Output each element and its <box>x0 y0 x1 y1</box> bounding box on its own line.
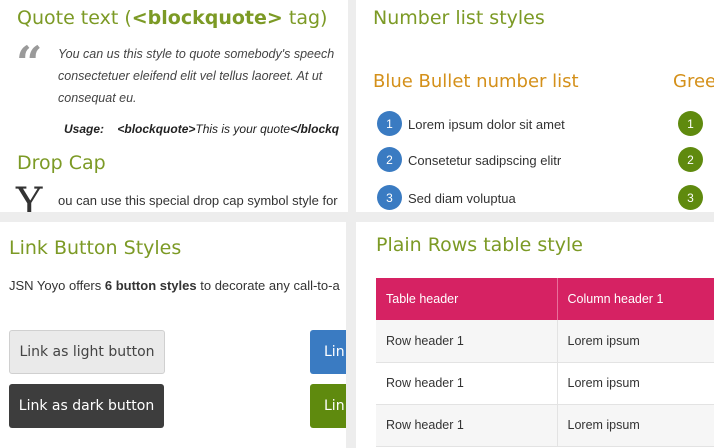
green-bullet-3: 3 <box>678 185 703 210</box>
table-header-cell: Column header 1 <box>557 278 714 320</box>
usage-open-tag: <blockquote> <box>117 122 196 136</box>
table-cell: Row header 1 <box>376 362 558 405</box>
dark-button[interactable]: Link as dark button <box>9 384 164 428</box>
link-buttons-heading: Link Button Styles <box>9 237 182 259</box>
table-cell: Lorem ipsum <box>557 404 714 447</box>
green-bullet-1: 1 <box>678 111 703 136</box>
blue-bullet-3: 3 <box>377 185 402 210</box>
blue-bullet-1: 1 <box>377 111 402 136</box>
table-panel: Plain Rows table style Table header Colu… <box>356 222 714 448</box>
intro-prefix: JSN Yoyo offers <box>9 278 105 293</box>
table-cell: Row header 1 <box>376 320 558 363</box>
quote-heading-tag: <blockquote> <box>131 7 283 29</box>
dropcap-heading: Drop Cap <box>17 152 106 174</box>
table-row: Row header 1 Lorem ipsum <box>376 362 714 405</box>
table-heading: Plain Rows table style <box>376 234 583 256</box>
link-buttons-panel: Link Button Styles JSN Yoyo offers 6 but… <box>0 222 346 448</box>
quote-mark-icon: “ <box>16 36 43 90</box>
table-cell: Lorem ipsum <box>557 362 714 405</box>
blue-bullet-2: 2 <box>377 147 402 172</box>
usage-text: This is your quote <box>195 122 291 136</box>
table-header-cell: Table header <box>376 278 558 320</box>
usage-example: Usage: <blockquote>This is your quote</b… <box>64 122 339 136</box>
table-header-row: Table header Column header 1 <box>376 278 714 320</box>
list-item-1: Lorem ipsum dolor sit amet <box>408 117 565 132</box>
list-item-3: Sed diam voluptua <box>408 191 516 206</box>
table-row: Row header 1 Lorem ipsum <box>376 404 714 447</box>
quote-heading-prefix: Quote text ( <box>17 7 132 29</box>
blue-list-heading: Blue Bullet number list <box>373 71 579 92</box>
blue-button[interactable]: Lin <box>310 330 346 374</box>
quote-panel: Quote text (<blockquote> tag) “ You can … <box>0 0 348 212</box>
table-cell: Row header 1 <box>376 404 558 447</box>
link-buttons-intro: JSN Yoyo offers 6 button styles to decor… <box>9 278 340 293</box>
quote-heading: Quote text (<blockquote> tag) <box>17 7 327 29</box>
light-button[interactable]: Link as light button <box>9 330 165 374</box>
quote-line-1: You can us this style to quote somebody'… <box>58 47 335 61</box>
intro-suffix: to decorate any call-to-a <box>196 278 340 293</box>
number-list-heading: Number list styles <box>373 7 545 29</box>
list-item-2: Consetetur sadipscing elitr <box>408 153 562 168</box>
dropcap-letter: Y <box>16 180 43 212</box>
usage-close-tag: </blockq <box>290 122 340 136</box>
table-row: Row header 1 Lorem ipsum <box>376 320 714 363</box>
quote-line-3: consequat eu. <box>58 91 137 105</box>
green-button[interactable]: Lin <box>310 384 346 428</box>
usage-label: Usage: <box>64 122 105 136</box>
quote-heading-suffix: tag) <box>282 7 328 29</box>
green-bullet-2: 2 <box>678 147 703 172</box>
number-list-panel: Number list styles Blue Bullet number li… <box>356 0 714 212</box>
green-list-heading: Gree <box>673 71 714 92</box>
table-cell: Lorem ipsum <box>557 320 714 363</box>
quote-line-2: consectetuer eleifend elit vel tellus la… <box>58 69 323 83</box>
plain-rows-table: Table header Column header 1 Row header … <box>376 278 714 447</box>
intro-bold: 6 button styles <box>104 278 197 293</box>
dropcap-text: ou can use this special drop cap symbol … <box>58 193 338 208</box>
